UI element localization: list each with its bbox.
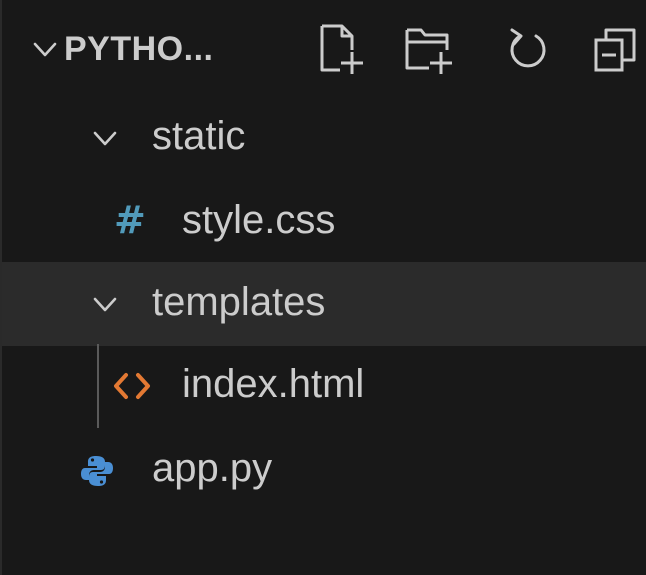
tree-item-index-html[interactable]: index.html (2, 344, 646, 428)
html-file-icon (114, 373, 150, 399)
file-explorer: PYTHO... static # style.css templates in… (0, 0, 646, 575)
tree-item-style-css[interactable]: # style.css (2, 180, 646, 264)
explorer-title[interactable]: PYTHO... (64, 30, 213, 69)
explorer-header[interactable]: PYTHO... (2, 0, 646, 100)
new-folder-icon[interactable] (403, 22, 453, 76)
chevron-down-icon (93, 131, 117, 146)
tree-item-label: templates (152, 280, 326, 324)
collapse-all-icon[interactable] (592, 22, 642, 76)
python-file-icon (81, 456, 113, 486)
tree-item-templates-folder[interactable]: templates (2, 262, 646, 346)
tree-item-app-py[interactable]: app.py (2, 428, 646, 512)
tree-item-label: style.css (182, 198, 336, 242)
refresh-icon[interactable] (502, 22, 552, 76)
tree-item-label: app.py (152, 446, 273, 490)
chevron-down-icon[interactable] (32, 36, 58, 62)
tree-item-static-folder[interactable]: static (2, 96, 646, 180)
tree-item-label: static (152, 114, 246, 158)
tree-item-label: index.html (182, 362, 365, 406)
chevron-down-icon (93, 297, 117, 312)
new-file-icon[interactable] (314, 22, 364, 76)
css-file-icon: # (114, 198, 146, 242)
